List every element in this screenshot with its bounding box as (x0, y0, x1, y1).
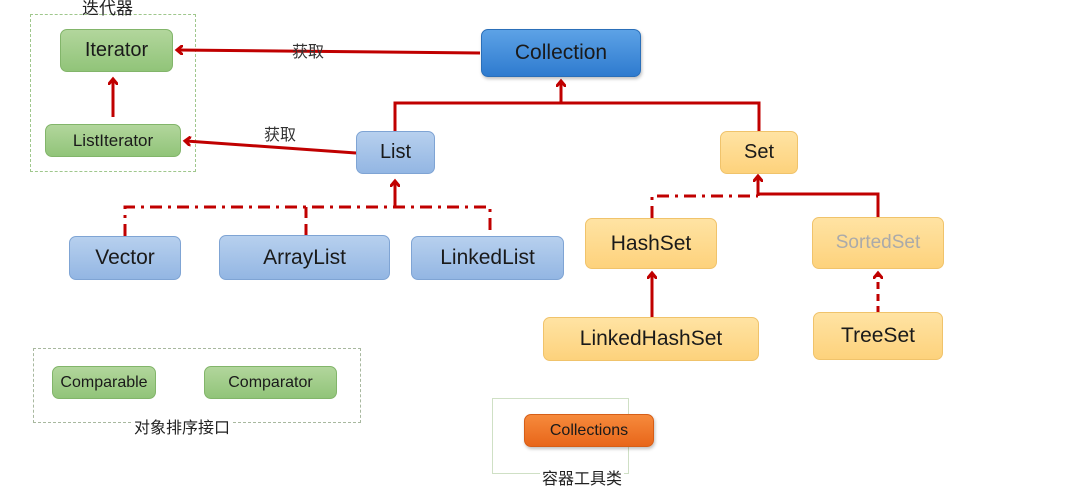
node-set[interactable]: Set (720, 131, 798, 174)
node-array-list[interactable]: ArrayList (219, 235, 390, 280)
edge-list-impls (123, 205, 492, 236)
node-tree-set[interactable]: TreeSet (813, 312, 943, 360)
edge-label-get-listiterator: 获取 (264, 125, 297, 144)
iterator-group-caption: 迭代器 (82, 0, 133, 19)
node-linked-hash-set[interactable]: LinkedHashSet (543, 317, 759, 361)
node-hash-set[interactable]: HashSet (585, 218, 717, 269)
util-group-caption: 容器工具类 (540, 465, 625, 489)
edge-list-set-collection (393, 101, 761, 131)
collection-hierarchy-diagram: 迭代器 对象排序接口 容器工具类 获取 获取 Iterator ListIter… (0, 0, 1069, 501)
edge-label-get-iterator: 获取 (292, 42, 325, 61)
node-comparable[interactable]: Comparable (52, 366, 156, 399)
node-collection[interactable]: Collection (481, 29, 641, 77)
node-list[interactable]: List (356, 131, 435, 174)
node-iterator[interactable]: Iterator (60, 29, 173, 72)
node-list-iterator[interactable]: ListIterator (45, 124, 181, 157)
node-vector[interactable]: Vector (69, 236, 181, 280)
node-comparator[interactable]: Comparator (204, 366, 337, 399)
sort-group-caption: 对象排序接口 (132, 414, 233, 438)
edge-hashset-set (650, 194, 758, 218)
edge-sortedset-set (758, 192, 880, 218)
node-sorted-set[interactable]: SortedSet (812, 217, 944, 269)
node-collections[interactable]: Collections (524, 414, 654, 447)
edge-collection-iterator (178, 50, 481, 53)
node-linked-list[interactable]: LinkedList (411, 236, 564, 280)
